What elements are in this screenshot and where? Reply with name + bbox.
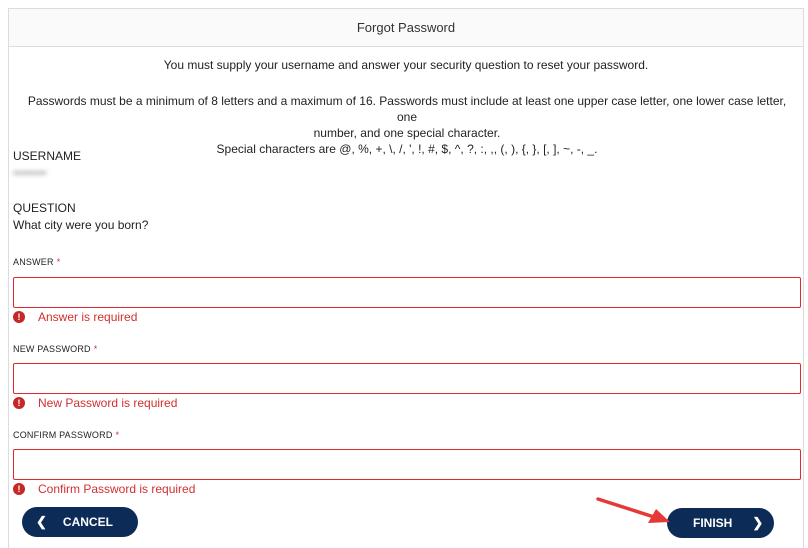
annotation-arrow-icon bbox=[596, 497, 670, 523]
arrow-shaft bbox=[596, 497, 656, 519]
username-label: USERNAME bbox=[13, 149, 82, 163]
confirm-password-error: ! Confirm Password is required bbox=[13, 482, 195, 496]
panel-title: Forgot Password bbox=[9, 9, 803, 47]
confirm-password-label-text: CONFIRM PASSWORD bbox=[13, 430, 113, 440]
forgot-password-panel: Forgot Password You must supply your use… bbox=[8, 8, 804, 548]
password-rules-line-2: number, and one special character. bbox=[313, 126, 501, 140]
confirm-password-label: CONFIRM PASSWORD * bbox=[13, 430, 119, 440]
intro-text: You must supply your username and answer… bbox=[163, 58, 649, 72]
question-value: What city were you born? bbox=[13, 218, 149, 232]
new-password-label: NEW PASSWORD * bbox=[13, 344, 97, 354]
password-rules: Passwords must be a minimum of 8 letters… bbox=[17, 93, 797, 157]
new-password-input[interactable] bbox=[13, 363, 801, 394]
new-password-label-text: NEW PASSWORD bbox=[13, 344, 91, 354]
required-mark: * bbox=[93, 344, 98, 354]
cancel-button[interactable]: ❮ CANCEL bbox=[22, 507, 138, 537]
required-mark: * bbox=[115, 430, 120, 440]
answer-error-text: Answer is required bbox=[38, 310, 138, 324]
password-rules-line-1: Passwords must be a minimum of 8 letters… bbox=[27, 94, 787, 124]
finish-button[interactable]: FINISH ❯ bbox=[667, 508, 774, 538]
username-value: •••••••• bbox=[13, 166, 47, 180]
question-label: QUESTION bbox=[13, 201, 76, 215]
cancel-button-label: CANCEL bbox=[62, 515, 113, 529]
finish-button-label: FINISH bbox=[693, 516, 733, 530]
confirm-password-input[interactable] bbox=[13, 449, 801, 480]
answer-error: ! Answer is required bbox=[13, 310, 137, 324]
new-password-error-text: New Password is required bbox=[38, 396, 178, 410]
answer-label: ANSWER * bbox=[13, 257, 60, 267]
required-mark: * bbox=[56, 257, 61, 267]
error-icon: ! bbox=[13, 483, 25, 495]
answer-label-text: ANSWER bbox=[13, 257, 54, 267]
confirm-password-error-text: Confirm Password is required bbox=[38, 482, 196, 496]
chevron-left-icon: ❮ bbox=[36, 514, 47, 529]
password-rules-line-3: Special characters are @, %, +, \, /, ',… bbox=[216, 142, 598, 156]
new-password-error: ! New Password is required bbox=[13, 396, 177, 410]
error-icon: ! bbox=[13, 397, 25, 409]
answer-input[interactable] bbox=[13, 277, 801, 308]
error-icon: ! bbox=[13, 311, 25, 323]
chevron-right-icon: ❯ bbox=[752, 515, 764, 530]
